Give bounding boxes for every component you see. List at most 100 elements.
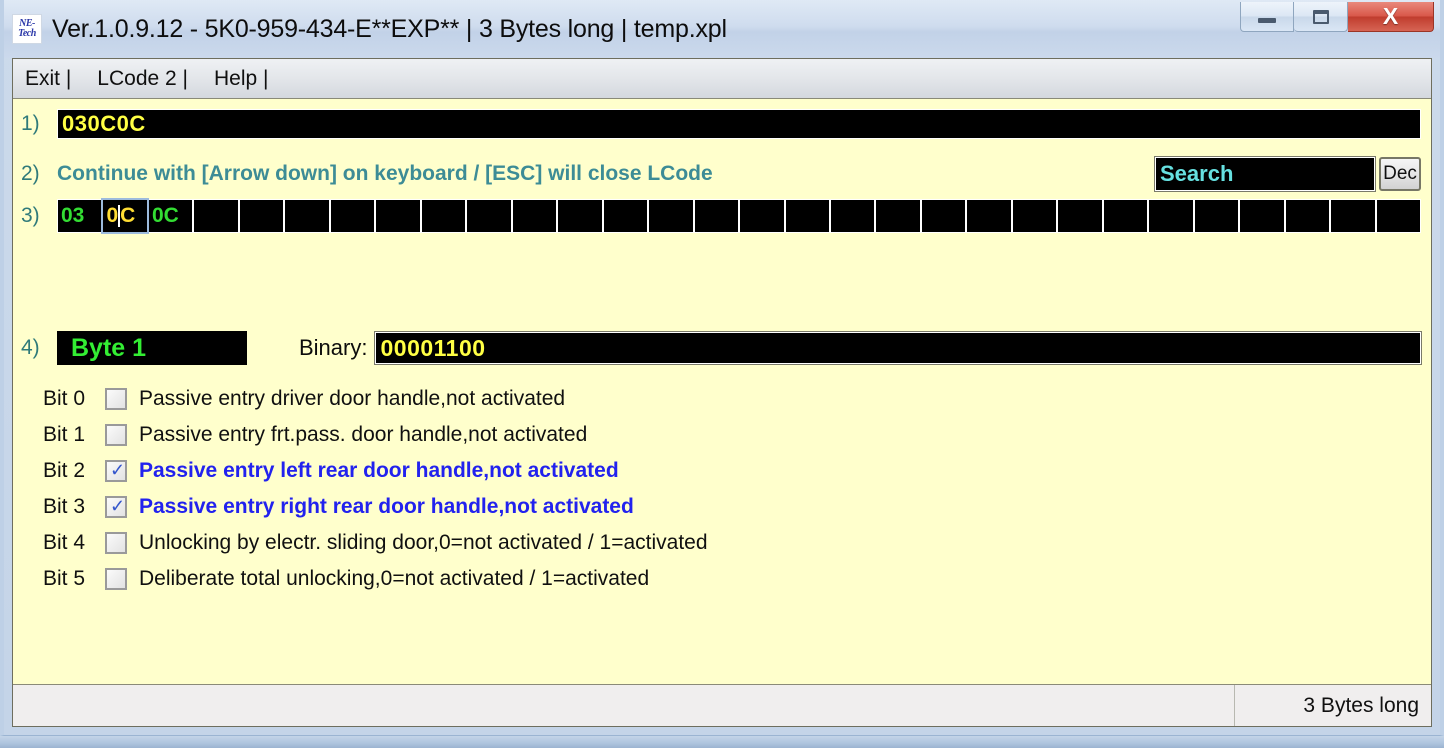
byte-cell-25[interactable] [1193,199,1240,233]
bit-index-label: Bit 0 [43,387,86,410]
close-button[interactable]: X [1348,2,1434,32]
byte-cell-21[interactable] [1011,199,1058,233]
bit-description: Unlocking by electr. sliding door,0=not … [139,531,708,554]
bit-checkbox[interactable] [105,568,127,590]
check-icon: ✓ [110,496,126,516]
bit-description: Passive entry left rear door handle,not … [139,459,619,482]
byte-cell-29[interactable] [1375,199,1422,233]
ne-tech-logo-icon: NE- Tech [12,14,42,44]
logo-line-2: Tech [18,28,36,39]
bit-row: Bit 4 Unlocking by electr. sliding door,0… [43,525,1421,561]
desktop-background: NE- Tech Ver.1.0.9.12 - 5K0-959-434-E**E… [0,0,1444,748]
row-2-label: 2) [21,162,40,185]
byte-cell-13[interactable] [648,199,694,233]
main-content: 1) 030C0C 2) Continue with [Arrow down] … [13,99,1431,684]
byte-cell-1[interactable]: 0C [101,198,149,234]
byte-cell-26[interactable] [1239,199,1285,233]
byte-cell-24[interactable] [1148,199,1194,233]
byte-cell-5[interactable] [284,199,330,233]
bit-checkbox[interactable]: ✓ [105,496,127,518]
bit-list: Bit 0 Passive entry driver door handle,no… [43,381,1421,597]
row-1-hex: 1) 030C0C [21,109,1421,139]
row-2-hint: 2) Continue with [Arrow down] on keyboar… [21,155,1421,193]
caption-button-group: X [1240,2,1434,36]
window-title: Ver.1.0.9.12 - 5K0-959-434-E**EXP** | 3 … [52,14,727,43]
desktop-strip [0,736,1444,748]
close-icon: X [1382,3,1399,29]
bit-checkbox[interactable] [105,388,127,410]
row-4-label: 4) [21,336,40,359]
bit-checkbox[interactable] [105,424,127,446]
byte-cell-value: 0C [151,204,179,227]
menu-item-exit[interactable]: Exit | [25,67,71,91]
byte-cell-22[interactable] [1057,199,1103,233]
check-icon: ✓ [110,460,126,480]
bit-index-label: Bit 4 [43,531,86,554]
byte-cell-15[interactable] [739,199,785,233]
bit-checkbox[interactable] [105,532,127,554]
byte-cell-28[interactable] [1330,199,1376,233]
bit-checkbox[interactable]: ✓ [105,460,127,482]
bit-description: Passive entry driver door handle,not act… [139,387,566,410]
binary-label: Binary: [299,335,368,360]
bit-description: Passive entry right rear door handle,not… [139,495,634,518]
byte-cell-8[interactable] [420,199,467,233]
search-group: Search Dec [1154,156,1421,192]
byte-cell-7[interactable] [375,199,421,233]
bit-row: Bit 5 Deliberate total unlocking,0=not ac… [43,561,1421,597]
minimize-button[interactable] [1240,2,1294,32]
bit-row: Bit 2 ✓ Passive entry left rear door handl… [43,453,1421,489]
byte-cell-23[interactable] [1102,199,1149,233]
status-bytes-length: 3 Bytes long [1303,693,1419,717]
hint-text: Continue with [Arrow down] on keyboard /… [57,162,713,185]
row-4-byte-detail: 4) Byte 1 Binary: 00001100 [21,331,1422,365]
byte-cell-2[interactable]: 0C [147,199,194,233]
client-area: Exit | LCode 2 | Help | 1) 030C0C 2) Con… [12,58,1432,727]
byte-cell-20[interactable] [966,199,1012,233]
status-bar: 3 Bytes long [13,684,1431,726]
bit-description: Passive entry frt.pass. door handle,not … [139,423,588,446]
binary-value-input[interactable]: 00001100 [374,331,1422,365]
byte-cell-12[interactable] [602,199,649,233]
bit-row: Bit 3 ✓ Passive entry right rear door hand… [43,489,1421,525]
application-window: NE- Tech Ver.1.0.9.12 - 5K0-959-434-E**E… [0,0,1444,736]
bit-index-label: Bit 5 [43,567,86,590]
byte-cell-4[interactable] [238,199,285,233]
byte-cell-17[interactable] [829,199,876,233]
maximize-button[interactable] [1294,2,1348,32]
bit-index-label: Bit 2 [43,459,86,482]
title-bar[interactable]: NE- Tech Ver.1.0.9.12 - 5K0-959-434-E**E… [4,0,1440,58]
byte-cell-3[interactable] [193,199,239,233]
row-3-label: 3) [21,204,40,227]
byte-cell-value-part: 0 [106,204,119,227]
byte-cell-value: 03 [61,204,85,227]
minimize-icon [1258,18,1276,23]
byte-cell-14[interactable] [693,199,740,233]
row-3-byte-grid: 3) 03 0 C 0C [21,198,1422,234]
maximize-icon [1312,9,1329,24]
byte-cell-0[interactable]: 03 [57,199,103,233]
bit-index-label: Bit 3 [43,495,86,518]
byte-cell-27[interactable] [1284,199,1331,233]
menu-bar: Exit | LCode 2 | Help | [13,59,1431,99]
bit-index-label: Bit 1 [43,423,86,446]
bit-description: Deliberate total unlocking,0=not activat… [139,567,650,590]
byte-cell-6[interactable] [329,199,376,233]
byte-cell-9[interactable] [466,199,512,233]
menu-item-lcode-2[interactable]: LCode 2 | [97,67,188,91]
byte-grid: 03 0 C 0C [57,198,1422,234]
bit-row: Bit 1 Passive entry frt.pass. door handle… [43,417,1421,453]
dec-button[interactable]: Dec [1379,157,1421,191]
byte-cell-value-part: C [120,204,136,227]
byte-cell-10[interactable] [511,199,558,233]
status-panel-left [13,685,1235,726]
menu-item-help[interactable]: Help | [214,67,268,91]
byte-cell-19[interactable] [920,199,967,233]
byte-cell-11[interactable] [557,199,603,233]
search-input[interactable]: Search [1154,156,1376,192]
hex-string-input[interactable]: 030C0C [57,109,1421,139]
byte-name-display: Byte 1 [57,331,247,365]
byte-cell-18[interactable] [875,199,921,233]
row-1-label: 1) [21,112,40,135]
byte-cell-16[interactable] [784,199,830,233]
